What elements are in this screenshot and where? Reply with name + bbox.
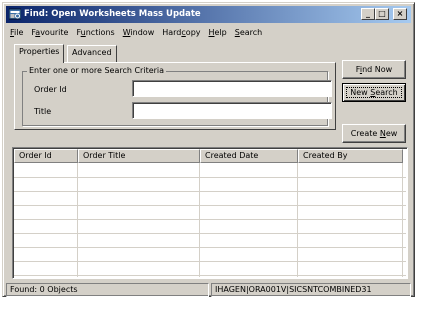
search-criteria-group: Enter one or more Search Criteria Order … [22, 66, 332, 126]
menu-file[interactable]: File [10, 28, 23, 37]
title-input[interactable] [132, 102, 332, 119]
status-bar: Found: 0 Objects IHAGEN|ORA001V|SICSNTCO… [6, 283, 411, 297]
maximize-button[interactable]: □ [375, 8, 389, 20]
find-now-label: Find Now [355, 65, 393, 74]
find-now-button[interactable]: Find Now [342, 60, 406, 79]
minimize-icon: _ [366, 9, 370, 18]
results-body [14, 163, 406, 277]
results-list[interactable]: Order Id Order Title Created Date Create… [12, 147, 408, 279]
window-title: Find: Open Worksheets Mass Update [24, 9, 201, 19]
search-criteria-legend: Enter one or more Search Criteria [27, 66, 167, 75]
title-label: Title [34, 107, 52, 116]
new-search-button[interactable]: New Search [342, 83, 406, 102]
menu-bar: File Favourite Functions Window Hardcopy… [6, 24, 411, 40]
close-button[interactable]: × [393, 8, 407, 20]
app-icon [9, 8, 21, 20]
order-id-label: Order Id [34, 85, 67, 94]
menu-functions[interactable]: Functions [76, 28, 114, 37]
menu-window[interactable]: Window [123, 28, 155, 37]
tab-advanced-label: Advanced [72, 48, 112, 57]
column-header-order-title[interactable]: Order Title [78, 149, 200, 163]
new-search-label: New Search [350, 88, 398, 97]
maximize-icon: □ [378, 9, 386, 18]
menu-search[interactable]: Search [235, 28, 262, 37]
menu-favourite[interactable]: Favourite [31, 28, 68, 37]
menu-help[interactable]: Help [209, 28, 227, 37]
tab-properties[interactable]: Properties [14, 44, 65, 63]
menu-hardcopy[interactable]: Hardcopy [162, 28, 200, 37]
minimize-button[interactable]: _ [361, 8, 375, 20]
tab-properties-label: Properties [19, 47, 60, 56]
title-bar[interactable]: Find: Open Worksheets Mass Update _ □ × [6, 6, 411, 23]
create-new-button[interactable]: Create New [342, 124, 406, 143]
create-new-label: Create New [350, 129, 398, 138]
column-header-order-id[interactable]: Order Id [14, 149, 78, 163]
status-found: Found: 0 Objects [6, 283, 209, 297]
column-header-created-date[interactable]: Created Date [200, 149, 298, 163]
close-icon: × [396, 9, 404, 18]
results-header: Order Id Order Title Created Date Create… [14, 149, 403, 163]
find-window: Find: Open Worksheets Mass Update _ □ × … [2, 2, 415, 297]
column-header-created-by[interactable]: Created By [298, 149, 403, 163]
tab-advanced[interactable]: Advanced [67, 45, 117, 62]
properties-panel: Enter one or more Search Criteria Order … [14, 62, 336, 130]
order-id-input[interactable] [132, 80, 332, 97]
status-connection: IHAGEN|ORA001V|SICSNTCOMBINED31 [211, 283, 411, 297]
